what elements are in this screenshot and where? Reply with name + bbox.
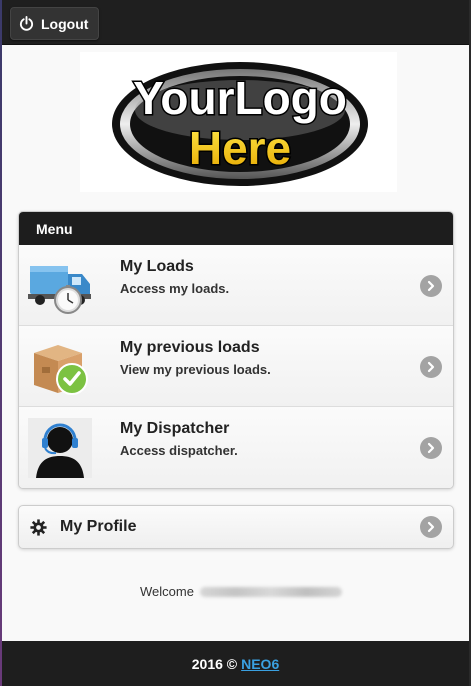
gear-icon bbox=[30, 519, 47, 536]
headset-person-icon bbox=[28, 418, 92, 478]
chevron-right-icon[interactable] bbox=[420, 356, 442, 378]
top-toolbar: Logout bbox=[2, 0, 469, 45]
welcome-message: Welcome bbox=[140, 584, 342, 599]
box-check-icon bbox=[34, 345, 88, 395]
welcome-label: Welcome bbox=[140, 584, 194, 599]
window-frame-left bbox=[0, 0, 2, 686]
menu-item-description: Access dispatcher. bbox=[120, 443, 238, 458]
menu-item-my-dispatcher[interactable]: My Dispatcher Access dispatcher. bbox=[19, 407, 453, 488]
chevron-right-icon[interactable] bbox=[420, 437, 442, 459]
menu-title: Menu bbox=[19, 212, 453, 245]
menu-item-description: Access my loads. bbox=[120, 281, 230, 296]
chevron-right-icon[interactable] bbox=[420, 275, 442, 297]
menu-item-title: My Loads bbox=[120, 258, 194, 275]
chevron-right-icon[interactable] bbox=[420, 516, 442, 538]
menu-item-title: My previous loads bbox=[120, 339, 260, 356]
menu-item-my-loads[interactable]: My Loads Access my loads. bbox=[19, 245, 453, 326]
my-profile-label: My Profile bbox=[60, 518, 137, 535]
neo6-link[interactable]: NEO6 bbox=[241, 656, 279, 672]
logout-label: Logout bbox=[41, 15, 89, 32]
logo-line1: YourLogo bbox=[133, 72, 347, 124]
menu-item-previous-loads[interactable]: My previous loads View my previous loads… bbox=[19, 326, 453, 407]
company-logo: YourLogo Here bbox=[80, 52, 397, 192]
logo-line2: Here bbox=[189, 122, 291, 174]
redacted-username bbox=[199, 586, 342, 597]
power-icon bbox=[19, 16, 34, 31]
my-profile-button[interactable]: My Profile bbox=[18, 505, 454, 549]
menu-panel: Menu My Loads Access my loads. My previo… bbox=[18, 211, 454, 489]
menu-item-description: View my previous loads. bbox=[120, 362, 271, 377]
truck-icon bbox=[28, 266, 91, 314]
menu-item-title: My Dispatcher bbox=[120, 420, 230, 437]
logout-button[interactable]: Logout bbox=[10, 7, 99, 40]
footer-copyright: 2016 © bbox=[191, 655, 238, 672]
footer: 2016 © NEO6 bbox=[2, 641, 469, 686]
